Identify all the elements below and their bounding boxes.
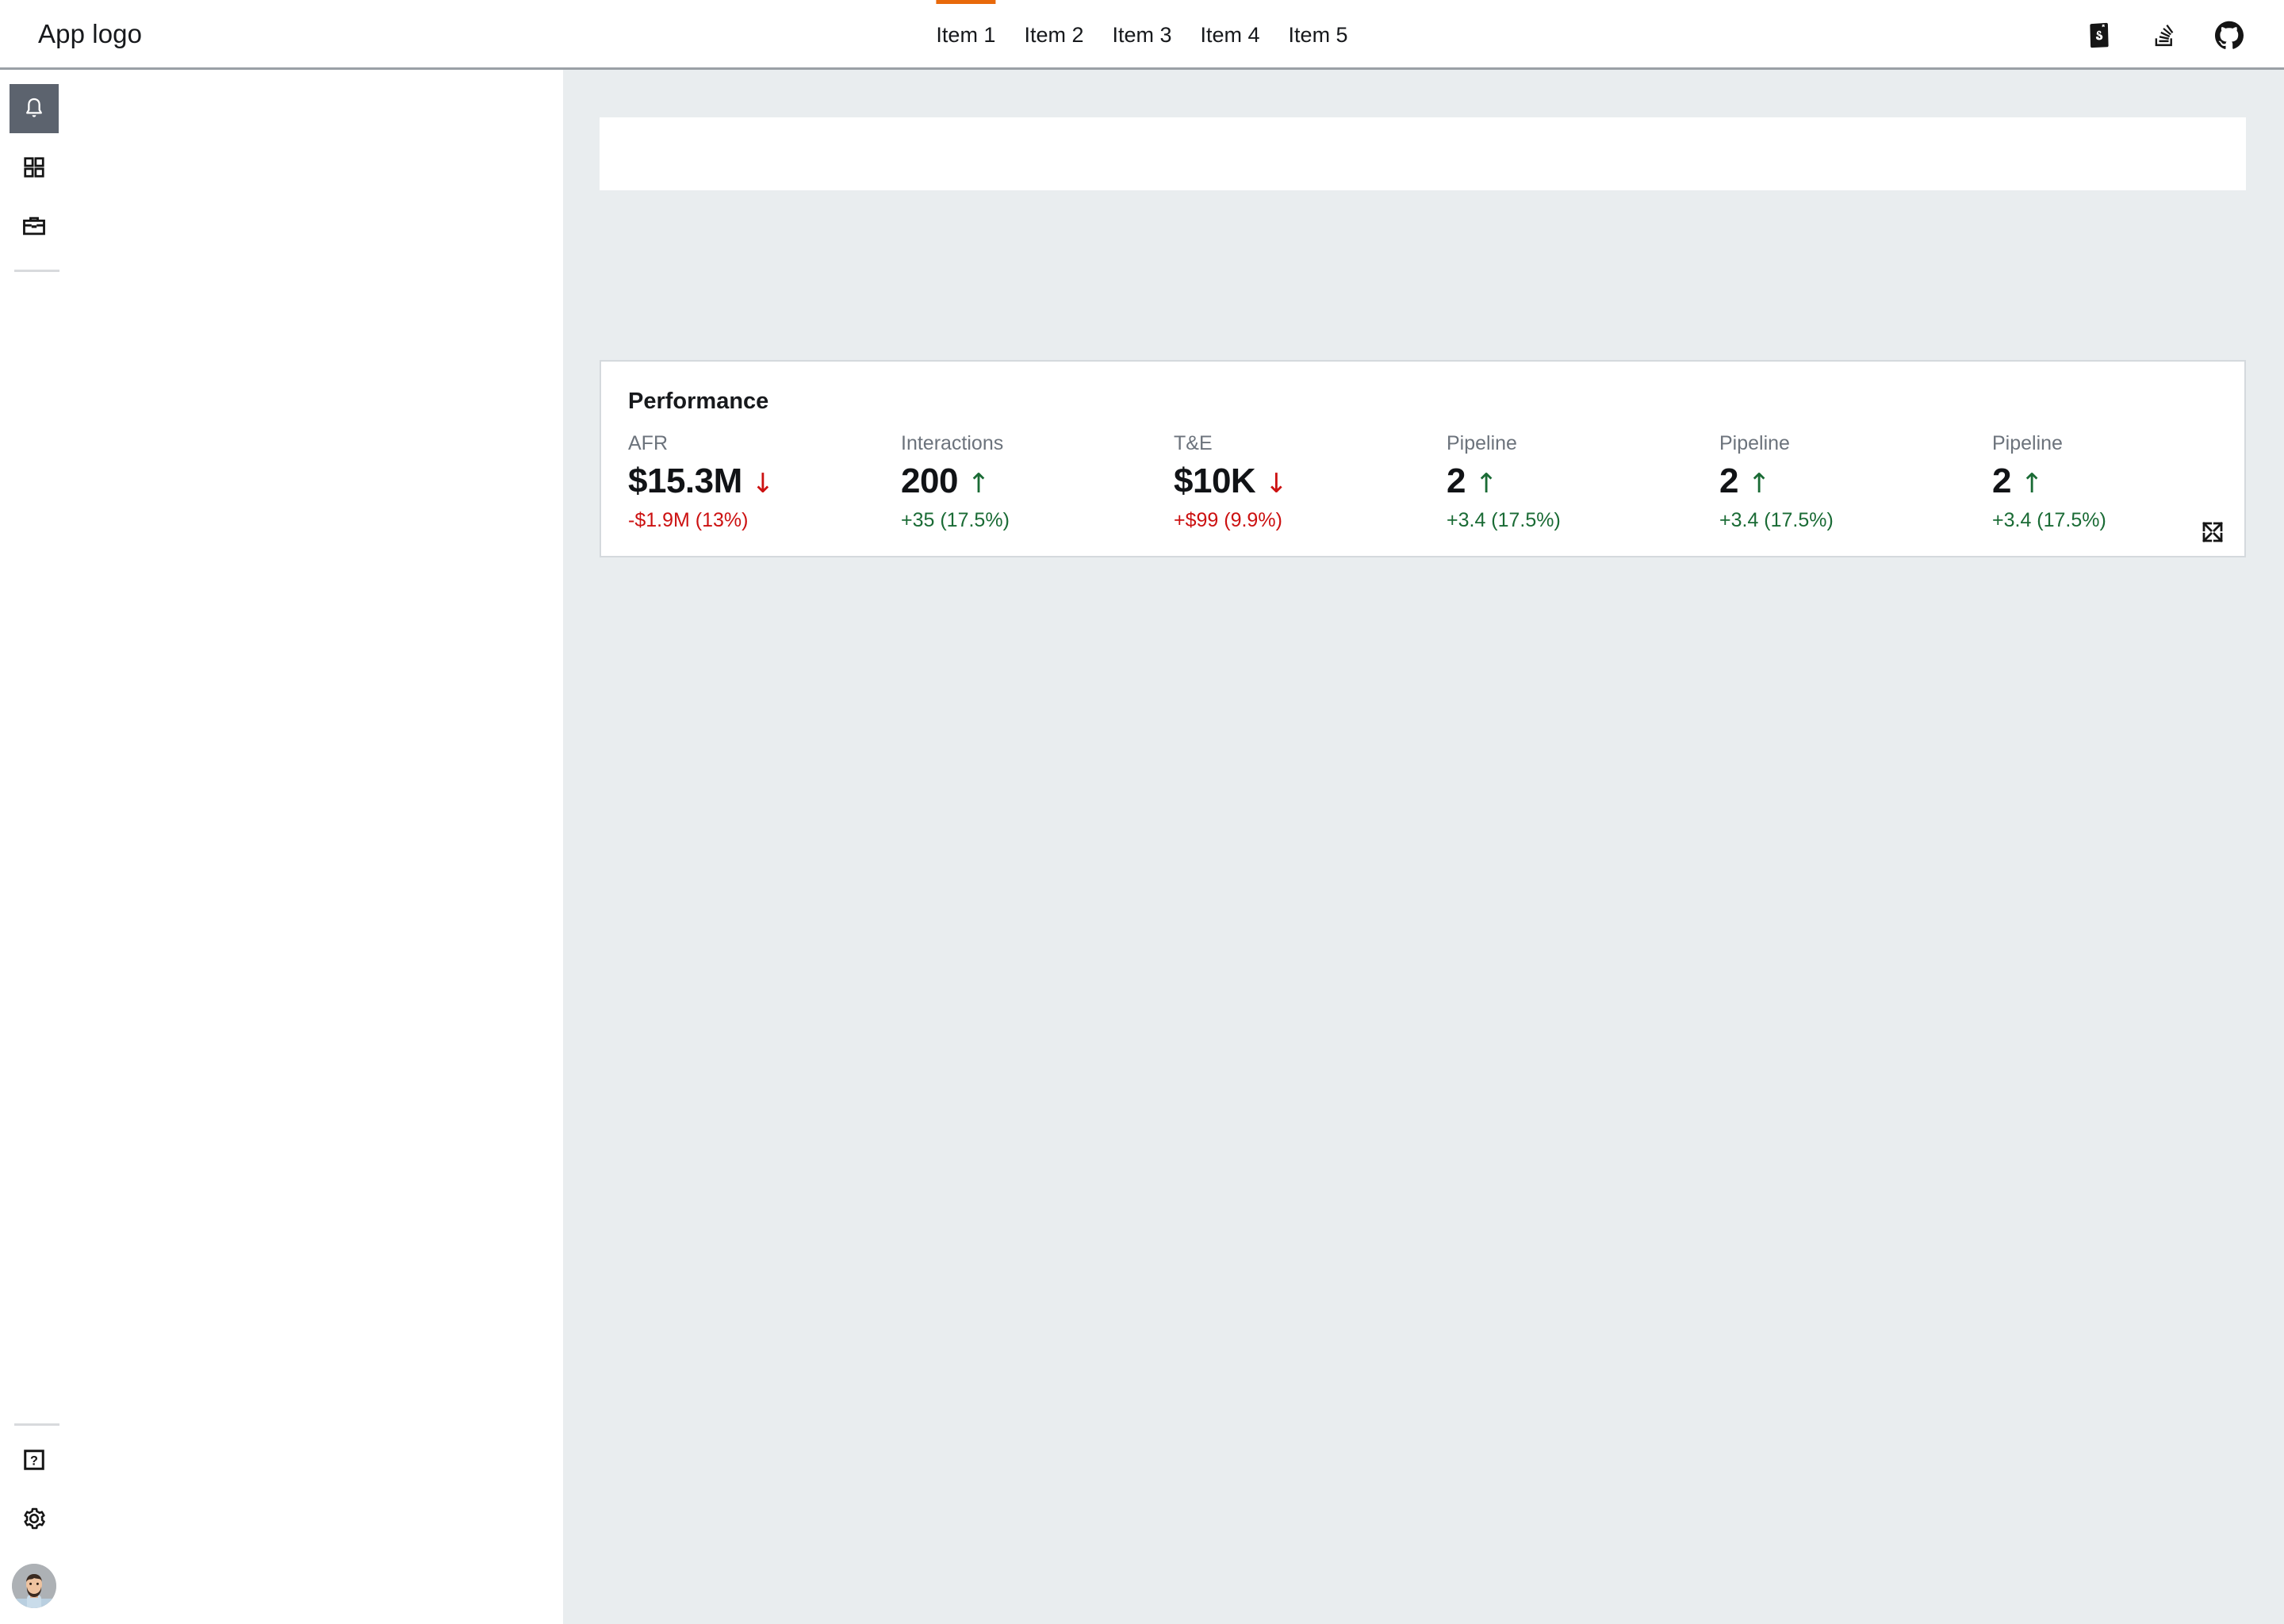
kpi-value-row: $15.3M ↓ xyxy=(628,462,901,501)
stackoverflow-icon[interactable] xyxy=(2146,17,2182,53)
kpi-value: 2 xyxy=(1719,462,1738,500)
kpi-delta: +$99 (9.9%) xyxy=(1174,509,1282,531)
user-avatar[interactable] xyxy=(12,1564,56,1608)
svg-text:?: ? xyxy=(30,1454,38,1469)
kpi-metric: Pipeline 2 ↑ +3.4 (17.5%) xyxy=(1719,432,1992,532)
nav-item-label: Item 2 xyxy=(1024,22,1084,47)
sidebar-item-help[interactable]: ? xyxy=(10,1435,59,1484)
kpi-metric: Interactions 200 ↑ +35 (17.5%) xyxy=(901,432,1174,532)
sidebar-item-settings[interactable] xyxy=(10,1494,59,1543)
kpi-value: 2 xyxy=(1992,462,2011,500)
kpi-delta: +3.4 (17.5%) xyxy=(1719,509,1834,531)
nav-item-label: Item 5 xyxy=(1288,22,1348,47)
nav-item-1[interactable]: Item 1 xyxy=(922,0,1010,70)
kpi-value-row: 200 ↑ xyxy=(901,462,1174,501)
kpi-value-row: 2 ↑ xyxy=(1719,462,1992,501)
nav-item-4[interactable]: Item 4 xyxy=(1186,0,1274,70)
kpi-metric: AFR $15.3M ↓ -$1.9M (13%) xyxy=(628,432,901,532)
performance-card: Performance AFR $15.3M ↓ -$1.9M (13%) Intera… xyxy=(600,360,2246,557)
card-title: Performance xyxy=(628,389,769,414)
settings-gear-icon xyxy=(24,1507,45,1530)
sidebar-item-apps[interactable] xyxy=(10,143,59,192)
kpi-delta: +3.4 (17.5%) xyxy=(1447,509,1561,531)
kpi-delta: +35 (17.5%) xyxy=(901,509,1010,531)
trend-down-arrow-icon: ↓ xyxy=(1265,468,1288,500)
trend-up-arrow-icon: ↑ xyxy=(967,468,991,500)
sidebar-item-notifications[interactable] xyxy=(10,84,59,133)
kpi-label: Pipeline xyxy=(1447,432,1517,454)
notifications-bell-icon xyxy=(26,98,42,117)
kpi-label: AFR xyxy=(628,432,668,454)
trend-down-arrow-icon: ↓ xyxy=(751,468,775,500)
kpi-metric: T&E $10K ↓ +$99 (9.9%) xyxy=(1174,432,1447,532)
kpi-value: $15.3M xyxy=(628,462,742,500)
kpi-label: T&E xyxy=(1174,432,1213,454)
nav-item-label: Item 4 xyxy=(1200,22,1260,47)
app-root: App logo Item 1 Item 2 Item 3 Item 4 Item 5 xyxy=(0,0,2284,1624)
storybook-icon[interactable] xyxy=(2081,17,2117,53)
main-navigation: Item 1 Item 2 Item 3 Item 4 Item 5 xyxy=(922,0,1362,70)
kpi-value-row: $10K ↓ xyxy=(1174,462,1447,501)
kpi-value: $10K xyxy=(1174,462,1256,500)
trend-up-arrow-icon: ↑ xyxy=(1474,468,1498,500)
briefcase-icon xyxy=(23,216,45,236)
kpi-row: AFR $15.3M ↓ -$1.9M (13%) Interactions 200 ↑ +3… xyxy=(628,432,2217,532)
nav-item-3[interactable]: Item 3 xyxy=(1098,0,1186,70)
trend-up-arrow-icon: ↑ xyxy=(1747,468,1771,500)
kpi-label: Pipeline xyxy=(1992,432,2063,454)
sidebar-divider xyxy=(14,270,59,272)
kpi-value-row: 2 ↑ xyxy=(1447,462,1719,501)
kpi-value-row: 2 ↑ xyxy=(1992,462,2265,501)
kpi-metric: Pipeline 2 ↑ +3.4 (17.5%) xyxy=(1447,432,1719,532)
kpi-delta: -$1.9M (13%) xyxy=(628,509,749,531)
sidebar-divider-bottom xyxy=(14,1423,59,1426)
kpi-value: 2 xyxy=(1447,462,1466,500)
help-icon: ? xyxy=(24,1450,44,1470)
sidebar-item-briefcase[interactable] xyxy=(10,201,59,251)
trend-up-arrow-icon: ↑ xyxy=(2020,468,2044,500)
app-logo[interactable]: App logo xyxy=(38,19,142,49)
top-empty-panel xyxy=(600,117,2246,190)
header-icon-group xyxy=(2081,0,2248,70)
sidebar-bottom-group: ? xyxy=(0,1414,563,1624)
kpi-label: Interactions xyxy=(901,432,1004,454)
expand-arrows-icon[interactable] xyxy=(2195,515,2230,550)
nav-item-label: Item 3 xyxy=(1112,22,1172,47)
apps-grid-icon xyxy=(24,157,44,178)
nav-item-label: Item 1 xyxy=(936,22,996,47)
nav-item-5[interactable]: Item 5 xyxy=(1274,0,1362,70)
nav-item-2[interactable]: Item 2 xyxy=(1010,0,1098,70)
left-sidebar: ? xyxy=(0,70,563,1624)
main-content: Performance AFR $15.3M ↓ -$1.9M (13%) Intera… xyxy=(563,70,2284,1624)
kpi-value: 200 xyxy=(901,462,958,500)
github-icon[interactable] xyxy=(2211,17,2248,53)
kpi-label: Pipeline xyxy=(1719,432,1790,454)
body-container: ? Performance AFR $15.3M ↓ -$1.9M (13%) … xyxy=(0,70,2284,1624)
top-header: App logo Item 1 Item 2 Item 3 Item 4 Item 5 xyxy=(0,0,2284,70)
